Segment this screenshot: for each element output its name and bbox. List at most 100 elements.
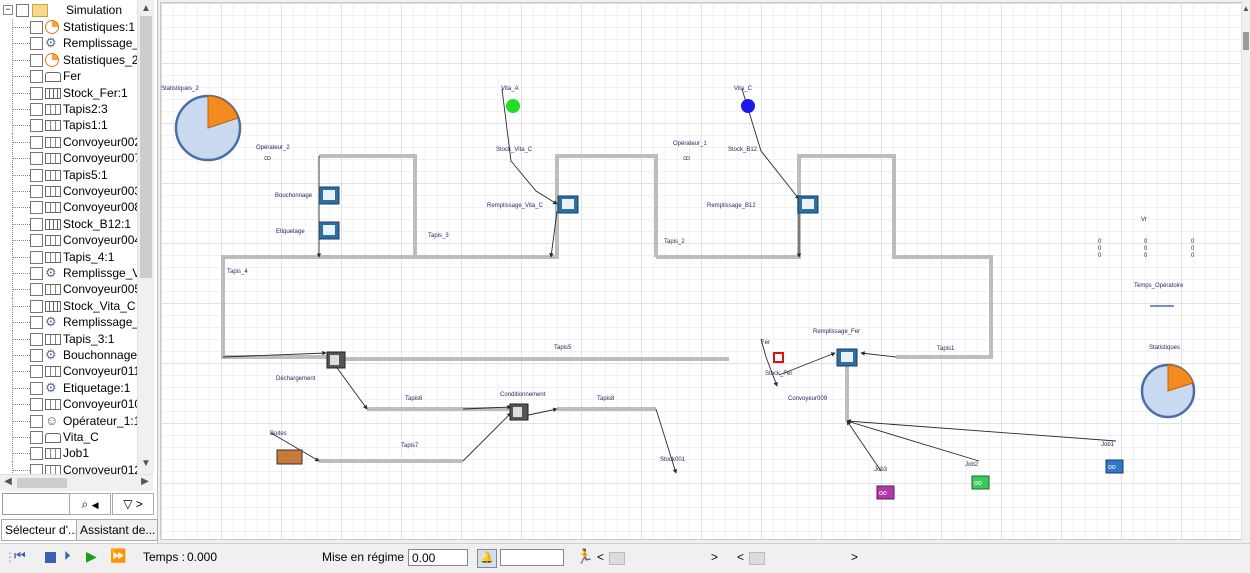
tree-item-checkbox[interactable] [30, 37, 43, 51]
slider-right-icon[interactable]: > [851, 550, 858, 564]
belt-tapis2[interactable] [656, 154, 993, 359]
tree-item-checkbox[interactable] [30, 250, 43, 264]
scroll-up-icon[interactable]: ▲ [138, 3, 154, 14]
tree-hscroll-thumb[interactable] [17, 478, 67, 488]
tree-item[interactable]: ⚙ Bouchonnage [0, 347, 137, 364]
tree-item[interactable]: Convoyeur004 [0, 232, 137, 250]
tree-item[interactable]: Convoyeur005 [0, 281, 137, 299]
time-slider[interactable]: < > [735, 550, 865, 565]
tree-item-checkbox[interactable] [30, 21, 43, 34]
speed-slider-thumb[interactable] [609, 552, 625, 565]
canvas-scroll-thumb[interactable] [1243, 32, 1249, 50]
tree-item-checkbox[interactable] [30, 299, 43, 313]
tree-item[interactable]: Statistiques:1 [0, 19, 137, 36]
tree-item[interactable]: Stock_B12:1 [0, 215, 137, 233]
scroll-left-icon[interactable]: ◀ [0, 476, 16, 487]
tree-item-checkbox[interactable] [30, 135, 43, 149]
tree-item[interactable]: Convoyeur010 [0, 396, 137, 414]
filter-button[interactable]: ▽ > [112, 493, 154, 515]
source-vita-a[interactable]: Vita_A [501, 86, 520, 113]
slider-right-icon[interactable]: > [711, 550, 718, 564]
tree-item[interactable]: Convoyeur003 [0, 183, 137, 200]
tree-vertical-scrollbar[interactable]: ▲ ▼ [137, 0, 154, 474]
tree-item-checkbox[interactable] [30, 463, 43, 474]
time-slider-thumb[interactable] [749, 552, 765, 565]
tree-item[interactable]: Convoyeur008 [0, 199, 137, 217]
tree-item-checkbox[interactable] [30, 234, 43, 248]
collapse-icon[interactable]: − [3, 5, 13, 15]
tree-item[interactable]: Tapis2:3 [0, 101, 137, 118]
tree-search-input[interactable] [2, 493, 70, 515]
job3[interactable]: Job3 oo [874, 467, 895, 500]
fast-forward-icon[interactable]: ⏩ [110, 548, 126, 564]
tree-item[interactable]: Tapis5:1 [0, 166, 137, 184]
tree-item-checkbox[interactable] [30, 53, 43, 67]
tree-item[interactable]: Convoyeur002 [0, 133, 137, 151]
operator-1[interactable]: Opérateur_1 ꝏ [673, 141, 707, 162]
tree-item[interactable]: Job1 [0, 445, 137, 463]
runner-icon[interactable]: 🏃 [576, 548, 593, 565]
tree-item-checkbox[interactable] [30, 152, 43, 166]
tree-item[interactable]: ⚙ Remplissge_V [0, 265, 137, 282]
process-diagram[interactable]: Statistiques_2 Statistiques Vita_A Vita_… [161, 3, 1243, 539]
speed-slider[interactable]: < > [595, 550, 725, 565]
tree-item-checkbox[interactable] [30, 316, 43, 330]
machine-conditionnement[interactable]: Conditionnement [500, 392, 546, 421]
model-tree[interactable]: − Simulation Statistiques:1 ⚙ Remplissage_… [0, 0, 137, 474]
bell-input[interactable] [500, 549, 564, 566]
tree-item[interactable]: ⚙ Remplissage_ [0, 314, 137, 332]
tree-item[interactable]: Tapis_3:1 [0, 330, 137, 348]
operator-2[interactable]: Opérateur_2 ꝏ [256, 145, 290, 162]
root-checkbox[interactable] [16, 4, 29, 17]
tree-item[interactable]: Vita_C [0, 429, 137, 446]
tree-item-checkbox[interactable] [30, 447, 43, 461]
scroll-right-icon[interactable]: ▶ [137, 476, 153, 487]
tree-item-checkbox[interactable] [30, 283, 43, 297]
tree-item[interactable]: Stock_Vita_C [0, 297, 137, 315]
tree-item-checkbox[interactable] [30, 185, 43, 198]
rewind-icon[interactable]: ⏮ [14, 548, 26, 564]
tree-item[interactable]: Tapis1:1 [0, 117, 137, 135]
statistiques-2-widget[interactable]: Statistiques_2 [161, 86, 242, 162]
slider-left-icon[interactable]: < [597, 550, 604, 564]
source-vita-c[interactable]: Vita_C [734, 86, 755, 113]
tree-item-checkbox[interactable] [30, 398, 43, 412]
step-icon[interactable]: ⏵ [64, 548, 71, 564]
job1[interactable]: Job1 oo [1101, 442, 1124, 474]
tab-selecteur[interactable]: Sélecteur d'... [1, 519, 77, 541]
tree-item[interactable]: ⚙ Etiquetage:1 [0, 379, 137, 397]
regime-input[interactable]: 0.00 [408, 549, 468, 566]
machine-remplissage-fer[interactable]: Remplissage_Fer [813, 329, 860, 367]
bell-icon[interactable]: 🔔 [477, 549, 497, 568]
tree-horizontal-scrollbar[interactable]: ◀ ▶ [0, 474, 153, 491]
tree-item[interactable]: Convoyeur011 [0, 363, 137, 381]
tree-item-checkbox[interactable] [30, 267, 43, 280]
tree-item-checkbox[interactable] [30, 217, 43, 231]
tree-item-checkbox[interactable] [30, 332, 43, 346]
tree-item-checkbox[interactable] [30, 103, 43, 116]
machine-remplissage-vita-c[interactable]: Remplissage_Vita_C [487, 195, 579, 214]
scroll-up-icon[interactable]: ▲ [1242, 4, 1250, 13]
tree-item[interactable]: ⚙ Remplissage_ [0, 35, 137, 53]
play-icon[interactable]: ▶ [86, 548, 97, 565]
tree-item-checkbox[interactable] [30, 168, 43, 182]
tree-item[interactable]: Statistiques_2 [0, 51, 137, 69]
simulation-canvas[interactable]: Statistiques_2 Statistiques Vita_A Vita_… [160, 2, 1244, 540]
stop-icon[interactable] [45, 552, 56, 563]
tree-item[interactable]: Stock_Fer:1 [0, 84, 137, 102]
tree-item-checkbox[interactable] [30, 381, 43, 395]
tree-item-checkbox[interactable] [30, 119, 43, 133]
machine-bouchonnage[interactable]: Bouchonnage [275, 186, 340, 205]
tree-item-checkbox[interactable] [30, 70, 43, 84]
tree-item-checkbox[interactable] [30, 431, 43, 444]
tree-item-checkbox[interactable] [30, 365, 43, 379]
scroll-down-icon[interactable]: ▼ [138, 458, 154, 469]
source-fer[interactable]: Fer Stock_Fer [761, 340, 792, 377]
source-boites[interactable]: Boites [270, 431, 303, 465]
slider-left-icon[interactable]: < [737, 550, 744, 564]
tree-item[interactable]: ☺ Opérateur_1:1 [0, 412, 137, 430]
machine-remplissage-b12[interactable]: Remplissage_B12 [707, 195, 819, 214]
tree-item[interactable]: Convoyeur007 [0, 150, 137, 168]
tree-item[interactable]: Fer [0, 68, 137, 86]
tree-item-checkbox[interactable] [30, 349, 43, 362]
